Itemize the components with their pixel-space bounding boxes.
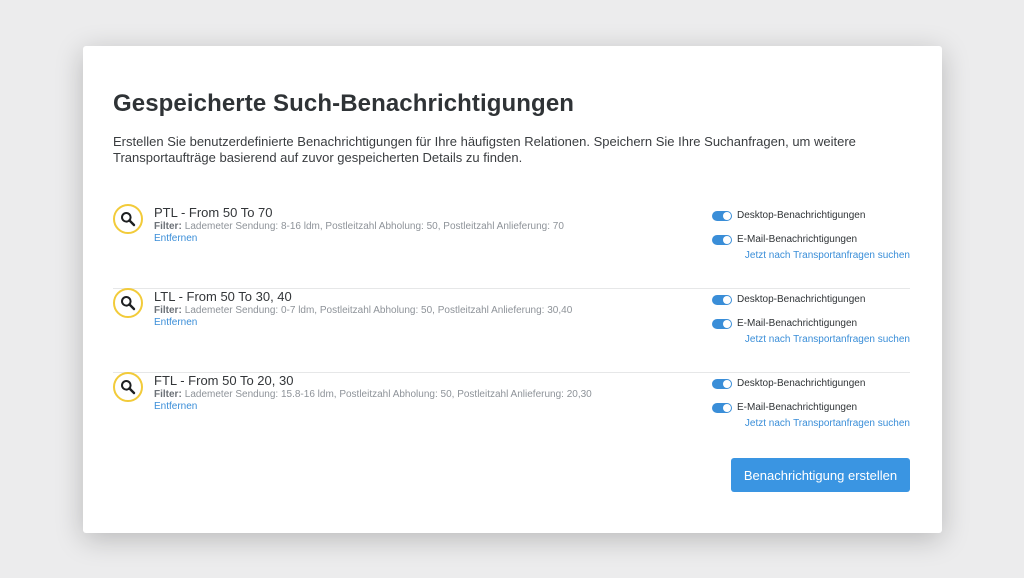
- email-notification-setting: E-Mail-Benachrichtigungen: [712, 402, 874, 413]
- desktop-notification-toggle[interactable]: [712, 378, 732, 389]
- email-notification-toggle[interactable]: [712, 234, 732, 245]
- desktop-notification-label: Desktop-Benachrichtigungen: [737, 210, 866, 221]
- desktop-notification-label: Desktop-Benachrichtigungen: [737, 294, 866, 305]
- desktop-notification-label: Desktop-Benachrichtigungen: [737, 378, 866, 389]
- email-notification-label: E-Mail-Benachrichtigungen: [737, 318, 858, 329]
- desktop-notification-toggle[interactable]: [712, 210, 732, 221]
- email-notification-toggle[interactable]: [712, 318, 732, 329]
- search-now-link[interactable]: Jetzt nach Transportanfragen suchen: [745, 418, 910, 429]
- filter-text: Lademeter Sendung: 8-16 ldm, Postleitzah…: [184, 221, 564, 232]
- page-description: Erstellen Sie benutzerdefinierte Benachr…: [113, 134, 856, 165]
- filter-label: Filter:: [154, 221, 182, 232]
- filter-label: Filter:: [154, 389, 182, 400]
- search-icon: [113, 204, 143, 234]
- saved-search-alerts-card: Gespeicherte Such-Benachrichtigungen Ers…: [83, 46, 942, 533]
- email-notification-toggle[interactable]: [712, 402, 732, 413]
- email-notification-setting: E-Mail-Benachrichtigungen: [712, 234, 874, 245]
- search-now-link[interactable]: Jetzt nach Transportanfragen suchen: [745, 334, 910, 345]
- remove-link[interactable]: Entfernen: [154, 317, 197, 328]
- desktop-notification-setting: Desktop-Benachrichtigungen: [712, 294, 874, 305]
- search-icon: [113, 288, 143, 318]
- alert-title: LTL - From 50 To 30, 40: [154, 289, 292, 304]
- desktop-notification-setting: Desktop-Benachrichtigungen: [712, 210, 874, 221]
- email-notification-label: E-Mail-Benachrichtigungen: [737, 234, 858, 245]
- search-icon: [113, 372, 143, 402]
- alert-filter: Filter: Lademeter Sendung: 8-16 ldm, Post…: [154, 221, 564, 232]
- remove-link[interactable]: Entfernen: [154, 233, 197, 244]
- filter-label: Filter:: [154, 305, 182, 316]
- alert-filter: Filter: Lademeter Sendung: 0-7 ldm, Postl…: [154, 305, 572, 316]
- alert-filter: Filter: Lademeter Sendung: 15.8-16 ldm, P…: [154, 389, 592, 400]
- desktop-notification-toggle[interactable]: [712, 294, 732, 305]
- alert-row: LTL - From 50 To 30, 40 Filter: Lademeter…: [113, 288, 910, 373]
- desktop-notification-setting: Desktop-Benachrichtigungen: [712, 378, 874, 389]
- alert-row: FTL - From 50 To 20, 30 Filter: Lademeter…: [113, 372, 910, 456]
- email-notification-label: E-Mail-Benachrichtigungen: [737, 402, 858, 413]
- alert-row: PTL - From 50 To 70 Filter: Lademeter Sen…: [113, 204, 910, 289]
- page-title: Gespeicherte Such-Benachrichtigungen: [113, 90, 575, 117]
- search-now-link[interactable]: Jetzt nach Transportanfragen suchen: [745, 250, 910, 261]
- remove-link[interactable]: Entfernen: [154, 401, 197, 412]
- alert-title: PTL - From 50 To 70: [154, 205, 273, 220]
- alert-title: FTL - From 50 To 20, 30: [154, 373, 294, 388]
- create-alert-button[interactable]: Benachrichtigung erstellen: [731, 458, 910, 492]
- filter-text: Lademeter Sendung: 0-7 ldm, Postleitzahl…: [184, 305, 573, 316]
- email-notification-setting: E-Mail-Benachrichtigungen: [712, 318, 874, 329]
- filter-text: Lademeter Sendung: 15.8-16 ldm, Postleit…: [184, 389, 592, 400]
